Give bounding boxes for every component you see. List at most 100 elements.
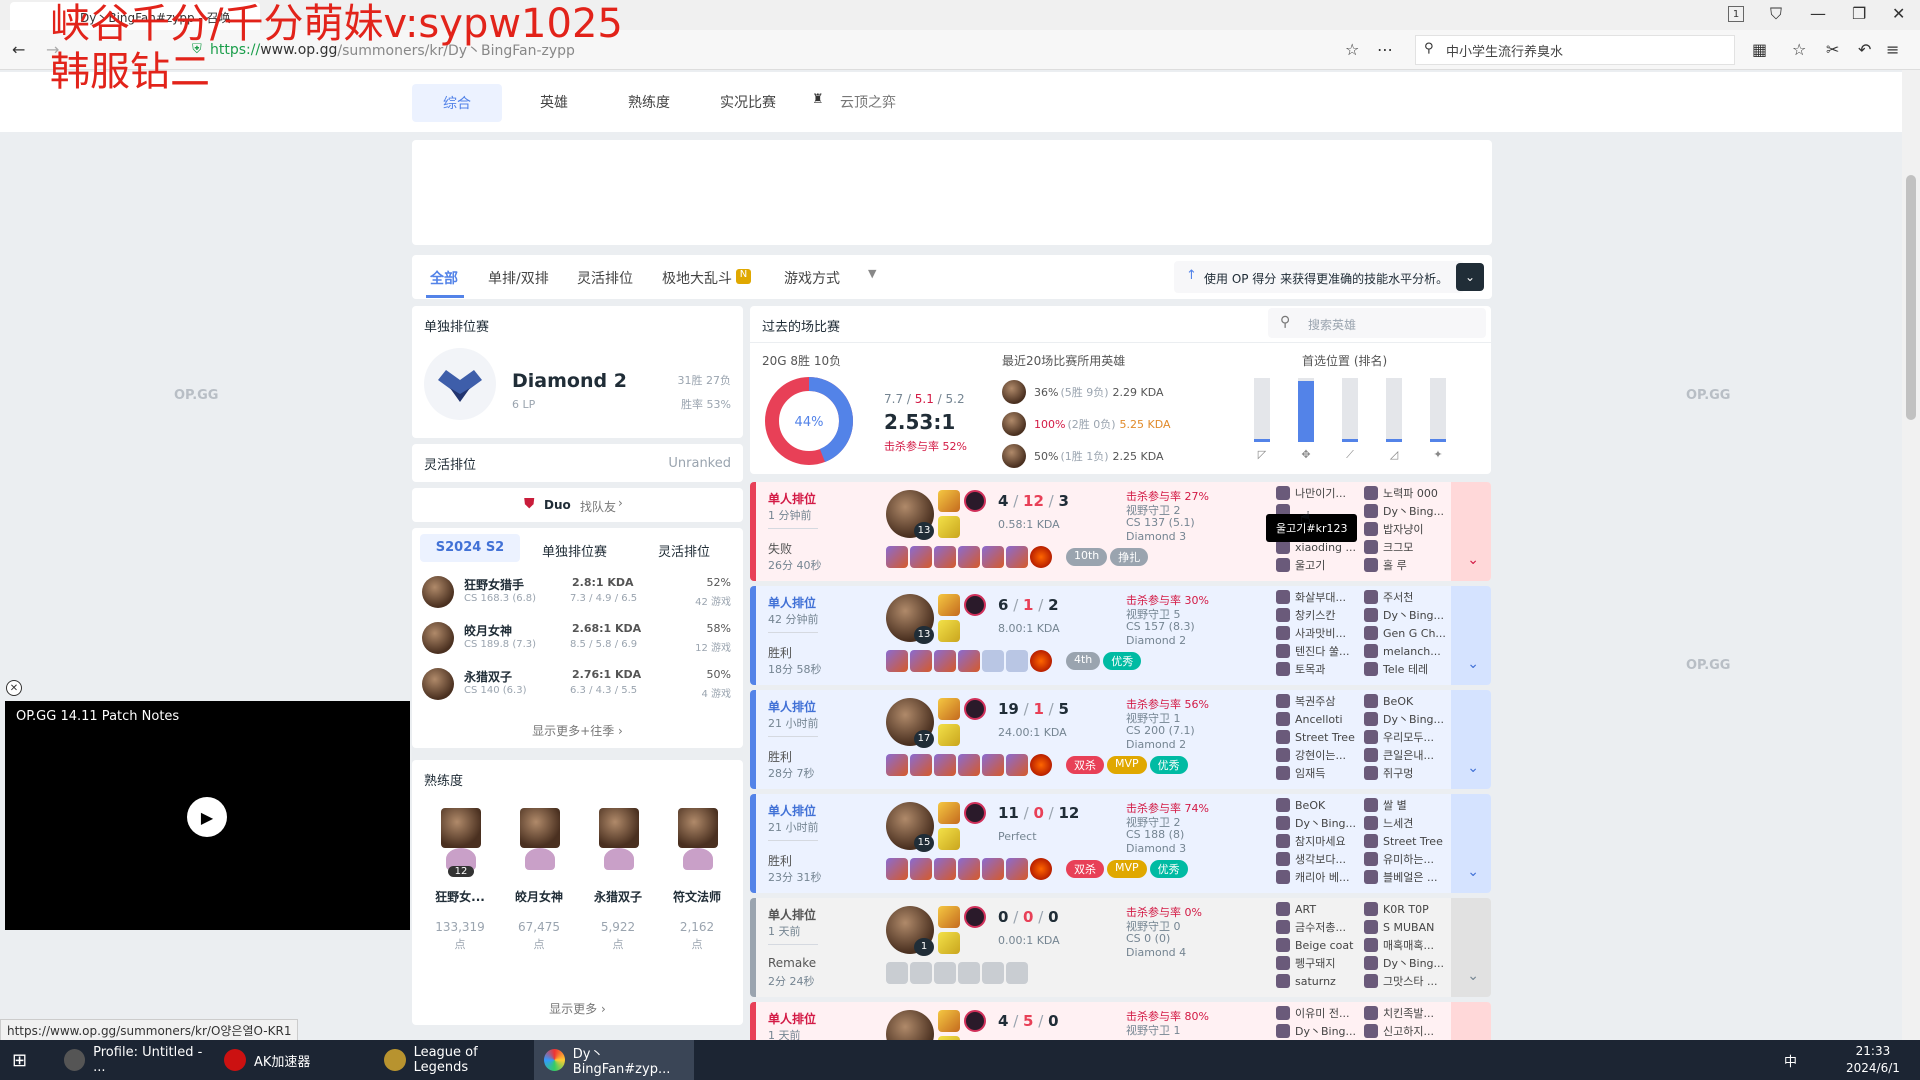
ime-indicator[interactable]: 中 bbox=[1784, 1051, 1797, 1070]
match-row[interactable]: 单人排位 21 小时前 胜利 23分 31秒 15 11 / 0 / 12 Perfect 双… bbox=[750, 794, 1491, 893]
player-entry[interactable]: 쥐구멍 bbox=[1364, 764, 1450, 782]
match-row[interactable]: 单人排位 21 小时前 胜利 28分 7秒 17 19 / 1 / 5 24.00:1 KD… bbox=[750, 690, 1491, 789]
player-entry[interactable]: Ancelloti bbox=[1276, 710, 1362, 728]
menu-icon[interactable]: ≡ bbox=[1886, 40, 1899, 59]
taskbar-item-browser[interactable]: Dy丶BingFan#zyp... bbox=[534, 1040, 694, 1080]
season-champ-row[interactable]: 永猎双子 CS 140 (6.3) 2.76:1 KDA 6.3 / 4.3 / 5.… bbox=[412, 662, 743, 706]
player-entry[interactable]: 나만이기... bbox=[1276, 484, 1362, 502]
mastery-more-link[interactable]: 显示更多 › bbox=[412, 1000, 743, 1017]
more-dots-icon[interactable]: ⋯ bbox=[1377, 40, 1393, 59]
video-player[interactable]: OP.GG 14.11 Patch Notes ▶ bbox=[5, 701, 410, 930]
player-entry[interactable]: Dy丶Bing... bbox=[1364, 954, 1450, 972]
tab-tft[interactable]: 云顶之弈 bbox=[840, 92, 896, 112]
pin-icon[interactable]: ⛉ bbox=[1770, 4, 1782, 24]
player-entry[interactable]: 캐리아 베... bbox=[1276, 868, 1362, 886]
season-tab-flex[interactable]: 灵活排位 bbox=[658, 541, 710, 560]
favorites-icon[interactable]: ☆ bbox=[1792, 40, 1806, 59]
player-entry[interactable]: Dy丶Bing... bbox=[1276, 1022, 1362, 1040]
scissors-icon[interactable]: ✂ bbox=[1826, 40, 1839, 59]
player-entry[interactable]: K0R T0P bbox=[1364, 900, 1450, 918]
player-entry[interactable]: 노력파 000 bbox=[1364, 484, 1450, 502]
player-entry[interactable]: 느세견 bbox=[1364, 814, 1450, 832]
player-entry[interactable]: 신고하지... bbox=[1364, 1022, 1450, 1040]
filter-all[interactable]: 全部 bbox=[430, 268, 458, 288]
filter-flex[interactable]: 灵活排位 bbox=[577, 268, 633, 288]
player-entry[interactable]: 밥자냥이 bbox=[1364, 520, 1450, 538]
apps-grid-icon[interactable]: ▦ bbox=[1752, 40, 1767, 59]
minimize-icon[interactable]: — bbox=[1810, 4, 1826, 23]
taskbar-item-profile[interactable]: Profile: Untitled - ... bbox=[54, 1040, 214, 1080]
player-entry[interactable]: 임재득 bbox=[1276, 764, 1362, 782]
player-entry[interactable]: 참지마세요 bbox=[1276, 832, 1362, 850]
player-entry[interactable]: 쌀 별 bbox=[1364, 796, 1450, 814]
tab-live-game[interactable]: 实况比赛 bbox=[720, 92, 776, 112]
expand-filter-button[interactable]: ⌄ bbox=[1456, 263, 1484, 291]
mastery-item[interactable]: 符文法师 2,162 点 bbox=[659, 802, 735, 982]
player-entry[interactable]: 매혹매혹... bbox=[1364, 936, 1450, 954]
page-scrollbar[interactable] bbox=[1902, 70, 1920, 1040]
mastery-item[interactable]: 皎月女神 67,475 点 bbox=[501, 802, 577, 982]
player-entry[interactable]: Street Tree bbox=[1276, 728, 1362, 746]
undo-icon[interactable]: ↶ bbox=[1858, 40, 1871, 59]
tab-mastery[interactable]: 熟练度 bbox=[628, 92, 670, 112]
player-entry[interactable]: 그맛스타 ... bbox=[1364, 972, 1450, 990]
player-entry[interactable]: 블베얼은 ... bbox=[1364, 868, 1450, 886]
player-entry[interactable]: 이유미 전... bbox=[1276, 1004, 1362, 1022]
player-entry[interactable]: 유미하는... bbox=[1364, 850, 1450, 868]
player-entry[interactable]: 사과맛비... bbox=[1276, 624, 1362, 642]
season-champ-row[interactable]: 皎月女神 CS 189.8 (7.3) 2.68:1 KDA 8.5 / 5.8 / … bbox=[412, 616, 743, 660]
filter-queue-type[interactable]: 游戏方式 bbox=[784, 268, 840, 288]
player-entry[interactable]: 토목과 bbox=[1276, 660, 1362, 678]
duo-finder[interactable]: ⛊ Duo 找队友 › bbox=[412, 488, 743, 522]
player-entry[interactable]: 강현이는... bbox=[1276, 746, 1362, 764]
bookmark-star-icon[interactable]: ☆ bbox=[1345, 40, 1359, 59]
filter-aram[interactable]: 极地大乱斗 bbox=[662, 268, 732, 288]
player-entry[interactable]: S MUBAN bbox=[1364, 918, 1450, 936]
player-entry[interactable]: 홀 루 bbox=[1364, 556, 1450, 574]
player-entry[interactable]: Beige coat bbox=[1276, 936, 1362, 954]
player-entry[interactable]: Gen G Ch... bbox=[1364, 624, 1450, 642]
browser-search-box[interactable]: ⚲ 中小学生流行养臭水 bbox=[1415, 35, 1735, 65]
player-entry[interactable]: 화살부대... bbox=[1276, 588, 1362, 606]
player-entry[interactable]: Dy丶Bing... bbox=[1276, 814, 1362, 832]
season-tab-s2024[interactable]: S2024 S2 bbox=[420, 534, 520, 562]
player-entry[interactable]: 펭구돼지 bbox=[1276, 954, 1362, 972]
scrollbar-thumb[interactable] bbox=[1906, 175, 1916, 420]
player-entry[interactable]: Tele 테레 bbox=[1364, 660, 1450, 678]
restore-icon[interactable]: ❐ bbox=[1852, 4, 1866, 23]
champion-search-input[interactable]: ⚲ 搜索英雄 bbox=[1268, 308, 1486, 338]
filter-solo[interactable]: 单排/双排 bbox=[488, 268, 549, 288]
match-row[interactable]: 单人排位 42 分钟前 胜利 18分 58秒 13 6 / 1 / 2 8.00:1 KDA… bbox=[750, 586, 1491, 685]
match-row[interactable]: 单人排位 1 分钟前 失败 26分 40秒 13 4 / 12 / 3 0.58:1 KDA… bbox=[750, 482, 1491, 581]
close-window-icon[interactable]: ✕ bbox=[1892, 4, 1905, 23]
player-entry[interactable]: 복권주삼 bbox=[1276, 692, 1362, 710]
back-icon[interactable]: ← bbox=[12, 40, 25, 59]
play-icon[interactable]: ▶ bbox=[187, 797, 227, 837]
player-entry[interactable]: 주서천 bbox=[1364, 588, 1450, 606]
player-entry[interactable]: 큰일은내... bbox=[1364, 746, 1450, 764]
taskbar-item-lol[interactable]: League of Legends bbox=[374, 1040, 534, 1080]
taskbar-item-ak[interactable]: AK加速器 bbox=[214, 1040, 364, 1080]
player-entry[interactable]: 생각보다... bbox=[1276, 850, 1362, 868]
chevron-down-icon[interactable]: ▼ bbox=[868, 267, 876, 280]
player-entry[interactable]: 크그모 bbox=[1364, 538, 1450, 556]
player-entry[interactable]: 창키스칸 bbox=[1276, 606, 1362, 624]
player-entry[interactable]: 텐진다 쑬... bbox=[1276, 642, 1362, 660]
mastery-item[interactable]: 12 狂野女... 133,319 点 bbox=[422, 802, 498, 982]
clock[interactable]: 21:33 2024/6/1 bbox=[1846, 1043, 1900, 1077]
season-tab-solo[interactable]: 单独排位赛 bbox=[542, 541, 607, 560]
match-row[interactable]: 单人排位 1 天前 Remake 2分 24秒 1 0 / 0 / 0 0.00:1 KDA… bbox=[750, 898, 1491, 997]
close-video-icon[interactable]: ✕ bbox=[6, 680, 22, 696]
player-entry[interactable]: BeOK bbox=[1276, 796, 1362, 814]
player-entry[interactable]: Street Tree bbox=[1364, 832, 1450, 850]
player-entry[interactable]: Dy丶Bing... bbox=[1364, 606, 1450, 624]
player-entry[interactable]: Dy丶Bing... bbox=[1364, 502, 1450, 520]
player-entry[interactable]: 금수저총... bbox=[1276, 918, 1362, 936]
season-more-link[interactable]: 显示更多+往季 › bbox=[412, 722, 743, 739]
op-score-banner[interactable]: ↑ 使用 OP 得分 来获得更准确的技能水平分析。 bbox=[1174, 261, 1464, 293]
player-entry[interactable]: ART bbox=[1276, 900, 1362, 918]
player-entry[interactable]: BeOK bbox=[1364, 692, 1450, 710]
windows-start-icon[interactable]: ⊞ bbox=[12, 1050, 27, 1071]
player-entry[interactable]: 울고기 bbox=[1276, 556, 1362, 574]
mastery-item[interactable]: 永猎双子 5,922 点 bbox=[580, 802, 656, 982]
